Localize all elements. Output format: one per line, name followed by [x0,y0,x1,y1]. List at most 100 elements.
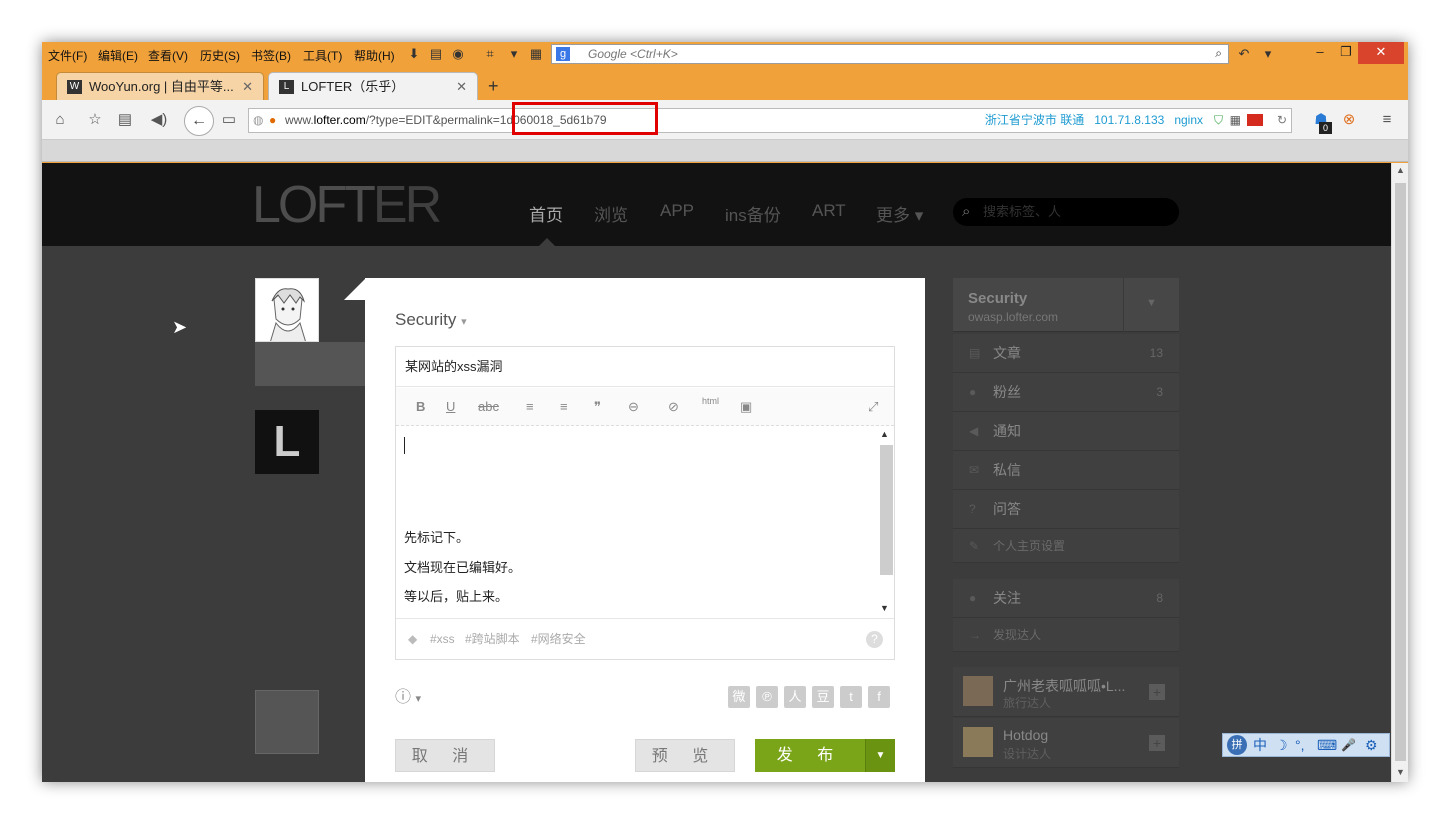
weibo-icon[interactable]: 微 [728,686,750,708]
avatar[interactable] [255,278,319,342]
new-tab-button[interactable]: + [488,72,499,100]
recommend-item[interactable]: 广州老表呱呱呱•L... 旅行达人 + [953,667,1179,717]
strikethrough-icon[interactable]: abc [478,399,499,414]
post-title-input[interactable]: 某网站的xss漏洞 [396,347,894,387]
speaker-icon[interactable]: ◀) [150,111,168,129]
back-button[interactable]: ← [184,106,214,136]
sidebar-item-qa[interactable]: ? 问答 [953,490,1179,529]
menu-help[interactable]: 帮助(H) [354,47,395,64]
search-input[interactable]: g Google <Ctrl+K> ⌕ [551,44,1229,64]
page-scrollbar[interactable]: ▲ ▼ [1391,163,1408,782]
address-bar[interactable]: ◍ ● www.lofter.com/?type=EDIT&permalink=… [248,108,1292,133]
tab-wooyun[interactable]: W WooYun.org | 自由平等... ✕ [56,72,264,100]
numbered-list-icon[interactable]: ≡ [560,399,568,414]
tag-item[interactable]: #跨站脚本 [465,619,520,659]
sidebar-item-followers[interactable]: ● 粉丝 3 [953,373,1179,412]
sidebar-item-messages[interactable]: ✉ 私信 [953,451,1179,490]
microphone-icon[interactable]: 🎤 [1341,734,1356,756]
crop-icon[interactable]: ⌗ [482,46,498,62]
follow-plus-button[interactable]: + [1149,735,1165,751]
unlink-icon[interactable]: ⊘ [668,399,679,415]
close-tab-icon[interactable]: ✕ [242,73,253,101]
lofter-badge[interactable]: L [255,410,319,474]
sidebar-item-articles[interactable]: ▤ 文章 13 [953,334,1179,373]
html-icon[interactable]: html [702,396,719,406]
fullscreen-icon[interactable]: ⤢ [868,399,878,415]
qrcode-icon[interactable]: ▦ [528,46,544,62]
facebook-icon[interactable]: f [868,686,890,708]
link-icon[interactable]: ⊖ [628,399,639,415]
site-search-input[interactable]: ⌕ 搜索标签、人 [953,198,1179,226]
nav-more[interactable]: 更多 ▾ [876,201,923,226]
quote-icon[interactable]: ❞ [594,399,601,415]
adblock-icon[interactable]: ⊗ [1340,111,1358,129]
shield-icon[interactable]: ⛉ [1214,109,1223,132]
nav-home[interactable]: 首页 [529,201,563,226]
blog-switcher[interactable]: Security owasp.lofter.com ▼ [953,278,1179,332]
gear-icon[interactable]: ⚙ [1365,734,1378,756]
tag-input[interactable]: ◆ #xss #跨站脚本 #网络安全 ? [396,618,894,659]
post-body-editor[interactable]: 先标记下。 文档现在已编辑好。 等以后，贴上来。 ▲ ▼ [396,427,894,617]
menu-file[interactable]: 文件(F) [48,47,87,64]
minimize-button[interactable]: – [1308,42,1332,64]
ime-logo-icon[interactable]: 拼 [1227,735,1247,755]
lofter-logo[interactable]: LOFTER [252,177,442,233]
preview-button[interactable]: 预 览 [635,739,735,772]
dropdown-icon[interactable]: ▾ [506,46,522,62]
undo-icon[interactable]: ↶ [1236,46,1252,62]
nav-ins-backup[interactable]: ins备份 [725,201,781,226]
menu-tools[interactable]: 工具(T) [303,47,342,64]
scroll-up-icon[interactable]: ▲ [1396,165,1405,175]
scroll-thumb[interactable] [880,445,893,575]
history-icon[interactable]: ▭ [220,111,238,129]
menu-view[interactable]: 查看(V) [148,47,188,64]
qrcode-icon[interactable]: ▦ [1230,109,1241,132]
home-icon[interactable]: ⌂ [51,111,69,129]
sidebar-item-settings[interactable]: ✎ 个人主页设置 [953,529,1179,563]
nav-app[interactable]: APP [660,201,694,221]
globe-icon[interactable]: ◉ [450,46,466,62]
dropdown-icon[interactable]: ▾ [1260,46,1276,62]
close-button[interactable]: ✕ [1358,42,1404,64]
blog-selector[interactable]: Security ▾ [395,310,467,330]
ime-punctuation-icon[interactable]: °, [1295,734,1305,756]
help-icon[interactable]: ? [866,631,883,648]
follow-plus-button[interactable]: + [1149,684,1165,700]
scroll-down-icon[interactable]: ▼ [880,603,889,613]
ime-chinese-mode[interactable]: 中 [1253,734,1267,756]
site-identity-icon[interactable]: ◍ [253,109,263,132]
keyboard-icon[interactable]: ⌨ [1317,734,1337,756]
menu-icon[interactable]: ≡ [1378,111,1396,129]
maximize-button[interactable]: ❐ [1334,42,1358,64]
sidebar-item-following[interactable]: ● 关注 8 [953,579,1179,618]
chevron-down-icon[interactable]: ▼ [1123,278,1179,332]
sidebar-item-notifications[interactable]: ◀ 通知 [953,412,1179,451]
scroll-down-icon[interactable]: ▼ [1396,767,1405,777]
nav-browse[interactable]: 浏览 [594,201,628,226]
menu-edit[interactable]: 编辑(E) [98,47,138,64]
publish-dropdown-button[interactable]: ▼ [865,739,895,772]
tag-item[interactable]: #网络安全 [531,619,586,659]
sidebar-item-discover[interactable]: → 发现达人 [953,618,1179,652]
tab-lofter[interactable]: L LOFTER（乐乎） ✕ [268,72,478,100]
menu-bookmarks[interactable]: 书签(B) [251,47,291,64]
cancel-button[interactable]: 取 消 [395,739,495,772]
search-icon[interactable]: ⌕ [1215,46,1222,61]
editor-scrollbar[interactable]: ▲ ▼ [878,427,894,617]
twitter-icon[interactable]: t [840,686,862,708]
bullet-list-icon[interactable]: ≡ [526,399,534,414]
reload-icon[interactable]: ↻ [1277,109,1287,132]
underline-icon[interactable]: U [446,399,455,414]
scroll-thumb[interactable] [1395,183,1406,761]
reader-icon[interactable]: ▤ [428,46,444,62]
download-icon[interactable]: ⬇ [406,46,422,62]
publish-button[interactable]: 发 布 [755,739,865,772]
ime-halfwidth-icon[interactable]: ☽ [1275,734,1288,756]
douban-icon[interactable]: 豆 [812,686,834,708]
reading-list-icon[interactable]: ▤ [116,111,134,129]
scroll-up-icon[interactable]: ▲ [880,429,889,439]
avatar[interactable] [255,690,319,754]
bold-icon[interactable]: B [416,399,425,414]
nav-art[interactable]: ART [812,201,846,221]
recommend-item[interactable]: Hotdog 设计达人 + [953,718,1179,768]
